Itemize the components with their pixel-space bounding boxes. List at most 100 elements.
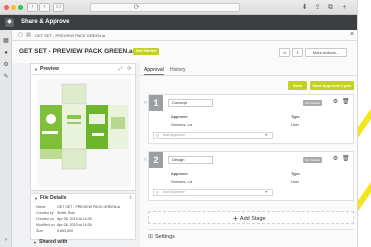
expand-rail-icon[interactable]: › <box>2 236 10 244</box>
close-window-button[interactable] <box>4 5 9 10</box>
stage-status-badge: Not Started <box>302 100 322 106</box>
detail-row-modified-on: Modified on Apr 08, 2019 at 14:35 <box>36 223 92 228</box>
search-icon: ⚲ <box>156 190 159 195</box>
share-button[interactable]: ⋖ <box>279 48 290 57</box>
column-header-approver: Approver <box>171 172 188 176</box>
column-header-type: Type <box>291 115 300 119</box>
detail-key: Created by <box>36 211 54 215</box>
back-button[interactable]: ‹ <box>27 3 38 12</box>
more-actions-button[interactable]: More Actions... <box>305 48 347 57</box>
settings-icon[interactable]: ⚙ <box>2 61 10 69</box>
screen: ‹ › ▭ ⟳ ⬇ ⇪ ⧉ + ◆ Share & Approve ▦ ● ⚙ … <box>0 0 371 247</box>
settings-label: Settings <box>155 234 175 240</box>
tab-divider <box>140 75 357 76</box>
gear-icon[interactable]: ⚙ <box>332 156 339 163</box>
stage-status-badge: Not Started <box>302 157 322 163</box>
breadcrumb: ▢ ▤ GET SET - PREVIEW PACK GREEN ai × <box>12 30 357 41</box>
trash-icon[interactable]: 🗑 <box>342 156 350 163</box>
tab-approval[interactable]: Approval <box>144 66 164 75</box>
files-icon[interactable]: ▦ <box>2 37 10 45</box>
shared-with-title: Shared with <box>39 239 68 245</box>
detail-row-created-on: Created on Apr 08, 2019 at 14:35 <box>36 217 92 222</box>
stage-number: 1 <box>149 95 163 111</box>
preview-title: Preview <box>40 66 59 72</box>
tools-icon[interactable]: ✎ <box>2 73 10 81</box>
status-badge: Not Started <box>133 48 160 55</box>
app-header: ◆ Share & Approve <box>0 15 357 30</box>
download-file-icon[interactable]: ⇩ <box>127 195 134 202</box>
app-logo-icon: ◆ <box>5 18 14 27</box>
stage-card: ⠿ 2 Design Not Started ⚙ 🗑 Approver Type… <box>144 151 354 201</box>
app-title: Share & Approve <box>21 19 70 25</box>
breadcrumb-path[interactable]: GET SET - PREVIEW PACK GREEN ai <box>35 32 105 39</box>
add-approver-field[interactable]: ⚲ Add Approver ▼ <box>153 132 273 139</box>
add-stage-label: + Add Stage <box>233 214 266 224</box>
approver-name: Greaves, Liz <box>171 123 193 127</box>
address-bar[interactable] <box>90 3 240 12</box>
plus-icon: + <box>233 214 240 223</box>
forward-button[interactable]: › <box>39 3 50 12</box>
search-icon: ⚲ <box>156 133 159 138</box>
collapse-caret-icon[interactable]: ▼ <box>33 239 37 246</box>
trash-icon[interactable]: 🗑 <box>342 99 350 106</box>
gear-icon[interactable]: ⚙ <box>332 99 339 106</box>
share-icon[interactable]: ⇪ <box>313 3 322 12</box>
download-button[interactable]: ⇩ <box>292 48 303 57</box>
packaging-dieline-image <box>37 79 131 187</box>
chevron-down-icon[interactable]: ▼ <box>265 190 268 195</box>
close-icon[interactable]: × <box>350 31 354 39</box>
add-stage-button[interactable]: + Add Stage <box>148 211 354 224</box>
collapse-caret-icon[interactable]: ▼ <box>34 195 38 202</box>
detail-key: Modified on <box>36 223 55 227</box>
settings-section[interactable]: ⊞ Settings <box>148 229 354 243</box>
refresh-icon[interactable]: ⟳ <box>126 66 133 73</box>
file-details-title: File Details <box>40 195 67 201</box>
left-rail: ▦ ● ⚙ ✎ › <box>0 30 12 247</box>
reload-icon[interactable]: ⟳ <box>132 3 141 12</box>
detail-row-created-by: Created by Smith, Bob <box>36 211 75 216</box>
sidebar-toggle-button[interactable]: ▭ <box>53 3 64 12</box>
approvals-icon[interactable]: ● <box>2 49 10 57</box>
add-approver-field[interactable]: ⚲ Add Approver ▼ <box>153 189 273 196</box>
detail-value: Apr 08, 2019 at 14:35 <box>57 217 92 221</box>
file-details-panel: ▼ File Details ⇩ Name GET SET - PREVIEW P… <box>30 193 136 240</box>
expand-icon[interactable]: ⊞ <box>147 234 154 241</box>
folder-icon: ▤ <box>26 32 31 38</box>
save-button[interactable]: Save <box>288 81 307 90</box>
shared-with-panel: ▼ Shared with <box>30 239 136 247</box>
download-icon[interactable]: ⬇ <box>300 3 309 12</box>
detail-value: 5,653,500 <box>57 229 73 233</box>
zoom-window-button[interactable] <box>18 5 23 10</box>
approver-name: Greaves, Liz <box>171 180 193 184</box>
zoom-icon[interactable]: ⤢ <box>117 66 124 73</box>
collapse-caret-icon[interactable]: ▼ <box>34 66 38 73</box>
stage-name-input[interactable]: Design <box>168 156 213 164</box>
tab-history[interactable]: History <box>170 66 186 74</box>
approver-type: User <box>291 180 300 184</box>
new-tab-icon[interactable]: + <box>340 3 349 12</box>
browser-window: ‹ › ▭ ⟳ ⬇ ⇪ ⧉ + ◆ Share & Approve ▦ ● ⚙ … <box>0 0 358 247</box>
minimize-window-button[interactable] <box>11 5 16 10</box>
preview-panel: ▼ Preview ⤢ ⟳ <box>30 63 136 191</box>
detail-key: Size <box>36 229 43 233</box>
tabs-icon[interactable]: ⧉ <box>326 3 335 12</box>
stage-name-input[interactable]: Concept <box>168 99 213 107</box>
approval-area: Approval History Save Start Approval Cyc… <box>140 63 357 247</box>
stage-number: 2 <box>149 152 163 168</box>
preview-header[interactable]: ▼ Preview ⤢ ⟳ <box>31 64 135 75</box>
drag-handle-icon[interactable]: ⠿ <box>144 100 147 105</box>
column-header-type: Type <box>291 172 300 176</box>
add-approver-placeholder: Add Approver <box>163 190 185 194</box>
artwork-thumbnail[interactable] <box>37 79 131 187</box>
drag-handle-icon[interactable]: ⠿ <box>144 157 147 162</box>
detail-key: Name <box>36 205 46 209</box>
start-approval-cycle-button[interactable]: Start Approval Cycle <box>310 81 354 90</box>
title-row: GET SET - PREVIEW PACK GREEN.ai Not Star… <box>12 41 357 63</box>
detail-row-name: Name GET SET - PREVIEW PACK GREEN.ai <box>36 205 120 210</box>
file-icon: ▢ <box>18 32 23 38</box>
browser-toolbar: ‹ › ▭ ⟳ ⬇ ⇪ ⧉ + <box>0 0 357 15</box>
detail-value: GET SET - PREVIEW PACK GREEN.ai <box>57 205 121 209</box>
stage-card: ⠿ 1 Concept Not Started ⚙ 🗑 Approver Typ… <box>144 94 354 144</box>
approver-type: User <box>291 123 300 127</box>
chevron-down-icon[interactable]: ▼ <box>265 133 268 138</box>
